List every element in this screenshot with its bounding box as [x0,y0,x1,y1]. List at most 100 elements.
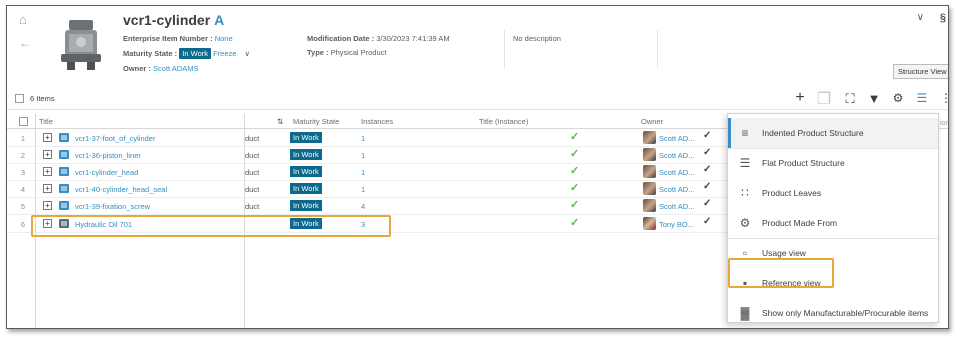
check-icon: ✓ [703,216,712,227]
owner-link[interactable]: Scott ADAMS [153,64,198,73]
item-title-link[interactable]: vcr1-39-fixation_screw [75,202,150,211]
row-highlight [31,215,391,237]
row-number: 3 [20,168,25,177]
row-number: 5 [20,202,25,211]
instances-link[interactable]: 4 [361,202,365,211]
more-icon[interactable]: ⋮ [937,91,948,105]
maturity-badge[interactable]: In Work [290,132,322,143]
item-title-link[interactable]: vcr1-cylinder_head [75,168,138,177]
row-number: 4 [20,185,25,194]
maturity-badge[interactable]: In Work [290,183,322,194]
modification-label: Modification Date : [307,34,375,43]
hierarchy-icon[interactable]: ⚙ [889,91,907,105]
chevron-down-icon[interactable]: ∨ [245,49,251,58]
product-title: vcr1-cylinder [123,12,211,28]
owner-link[interactable]: Scott AD... [659,151,694,160]
column-cut-label: ion [940,120,949,127]
instances-link[interactable]: 1 [361,185,365,194]
filter-icon[interactable]: ▼ [865,91,883,106]
menu-item-show-only-manufacturable-procurable-items[interactable]: ▓ Show only Manufacturable/Procurable it… [728,298,938,328]
structure-view-icon[interactable]: ☰ [913,91,931,105]
table-row[interactable]: 5 + vcr1-39-fixation_screw duct In Work … [7,198,727,215]
column-owner[interactable]: Owner [641,117,663,126]
column-instances[interactable]: Instances [361,117,393,126]
owner-link[interactable]: Scott AD... [659,202,694,211]
binoculars-icon[interactable]: ⛶ [841,91,859,107]
menu-item-product-leaves[interactable]: ∷ Product Leaves [728,178,938,208]
item-type: duct [245,185,260,194]
modification-value: 3/30/2023 7:41:39 AM [376,34,450,43]
enterprise-value[interactable]: None [215,34,233,43]
owner-link[interactable]: Scott AD... [659,168,694,177]
check-icon: ✓ [570,165,580,177]
maturity-badge[interactable]: In Work [290,149,322,160]
avatar [643,148,656,161]
item-title-link[interactable]: vcr1-40-cylinder_head_seal [75,185,167,194]
type-value: Physical Product [330,48,387,57]
collapse-header-icon[interactable]: ∨ [917,12,924,23]
owner-link[interactable]: Tony BO... [659,220,694,229]
table-row[interactable]: 3 + vcr1-cylinder_head duct In Work 1 ✓ … [7,164,727,181]
check-icon: ✓ [703,130,712,141]
owner-link[interactable]: Scott AD... [659,185,694,194]
sort-icon[interactable]: ⇅ [277,117,283,126]
enterprise-label: Enterprise Item Number : [123,34,213,43]
item-count-label: 6 Items [30,94,55,103]
revision-label[interactable]: A [214,12,224,28]
menu-item-label: Usage view [762,248,806,258]
menu-highlight [728,258,834,288]
header-checkbox[interactable] [19,117,28,126]
app-window: ⌂ ← vcr1-cylinder A Enterprise Item Numbe… [6,5,949,329]
modification-date: Modification Date : 3/30/2023 7:41:39 AM [307,34,450,43]
column-title-instance[interactable]: Title (Instance) [479,117,528,126]
menu-item-flat-product-structure[interactable]: ☰ Flat Product Structure [728,148,938,178]
select-all-checkbox[interactable] [15,94,24,103]
check-icon: ✓ [570,131,580,143]
home-icon[interactable]: ⌂ [19,12,27,27]
header-divider [657,30,658,68]
add-icon[interactable]: + [791,89,809,107]
maturity-badge[interactable]: In Work [179,48,211,59]
owner-label: Owner : [123,64,151,73]
product-thumbnail [61,20,101,70]
freeze-link[interactable]: Freeze [213,49,236,58]
table-row[interactable]: 4 + vcr1-40-cylinder_head_seal duct In W… [7,181,727,198]
copy-icon[interactable]: ❐ [815,89,833,109]
product-type: Type : Physical Product [307,48,386,57]
manufacturable-icon: ▓ [740,306,750,320]
instances-link[interactable]: 1 [361,168,365,177]
compass-icon[interactable]: § [940,12,946,24]
menu-item-product-made-from[interactable]: ⚙ Product Made From [728,208,938,238]
maturity-badge[interactable]: In Work [290,166,322,177]
avatar [643,199,656,212]
item-title-link[interactable]: vcr1-36-piston_liner [75,151,141,160]
column-title[interactable]: Title [39,117,53,126]
table-row[interactable]: 2 + vcr1-36-piston_liner duct In Work 1 … [7,147,727,164]
check-icon: ✓ [570,182,580,194]
table-row[interactable]: 1 + vcr1-37-foot_of_cylinder duct In Wor… [7,130,727,147]
item-title-link[interactable]: vcr1-37-foot_of_cylinder [75,134,155,143]
part-icon [59,167,69,176]
expand-icon[interactable]: + [43,133,52,142]
instances-link[interactable]: 1 [361,134,365,143]
owner-info: Owner : Scott ADAMS [123,64,198,73]
made-from-icon: ⚙ [739,216,751,230]
expand-icon[interactable]: + [43,201,52,210]
menu-item-indented-product-structure[interactable]: ≡ Indented Product Structure [728,118,938,148]
item-type: duct [245,202,260,211]
expand-icon[interactable]: + [43,167,52,176]
expand-icon[interactable]: + [43,184,52,193]
row-number: 2 [20,151,25,160]
page-title: vcr1-cylinder A [123,12,224,28]
column-maturity[interactable]: Maturity State [293,117,339,126]
flat-structure-icon: ☰ [739,156,751,170]
back-arrow-icon[interactable]: ← [19,36,31,50]
owner-link[interactable]: Scott AD... [659,134,694,143]
check-icon: ✓ [703,198,712,209]
maturity-badge[interactable]: In Work [290,200,322,211]
instances-link[interactable]: 1 [361,151,365,160]
row-number: 1 [20,134,25,143]
expand-icon[interactable]: + [43,150,52,159]
avatar [643,131,656,144]
check-icon: ✓ [703,164,712,175]
